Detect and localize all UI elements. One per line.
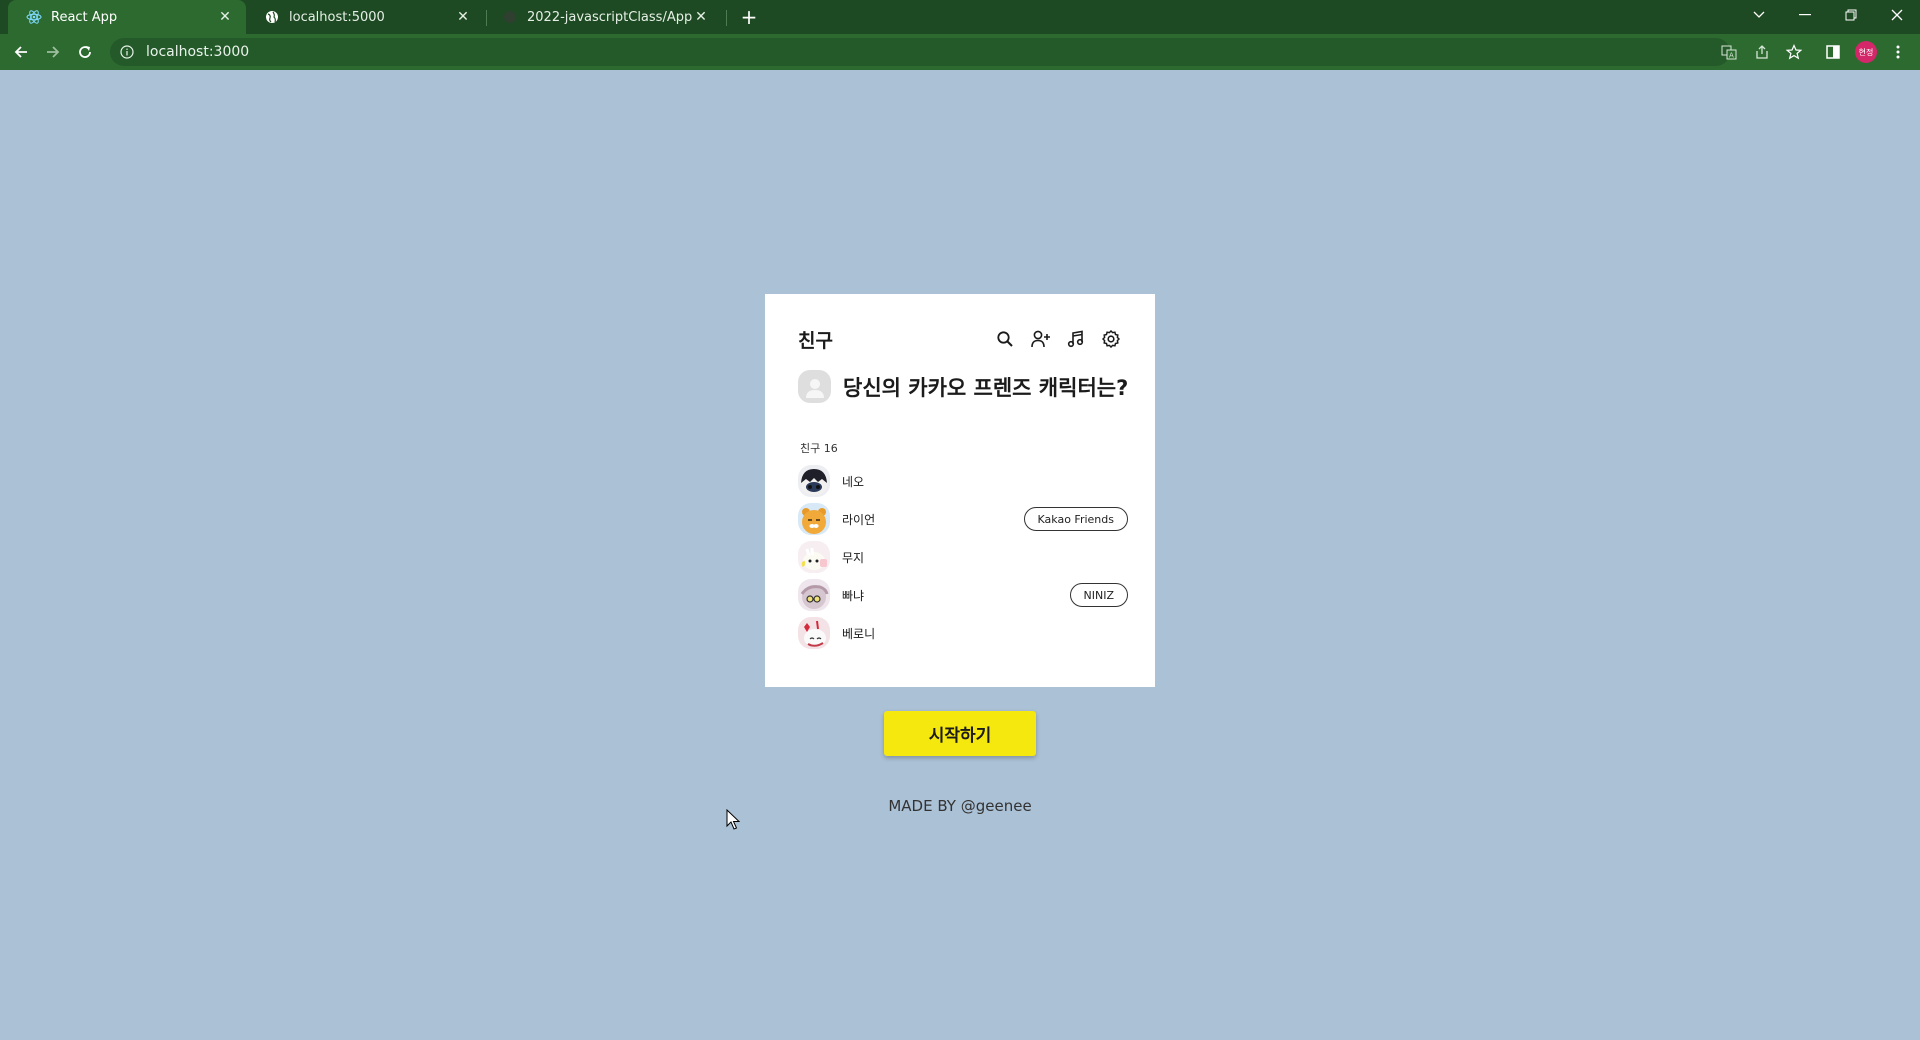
close-icon[interactable]: ✕ [216,8,234,26]
tab-strip: React App ✕ localhost:5000 ✕ 2022-javasc… [0,0,1920,34]
browser-toolbar: localhost:3000 A [0,34,1920,70]
mouse-cursor-icon [726,809,740,830]
friend-name: 베로니 [842,626,876,641]
friends-count: 친구 16 [800,442,838,455]
forward-icon[interactable] [38,37,68,67]
close-icon[interactable]: ✕ [692,8,710,26]
tab-localhost-5000[interactable]: localhost:5000 ✕ [246,0,484,34]
close-window-icon[interactable] [1874,0,1920,30]
globe-icon [264,9,280,25]
friend-row[interactable]: 네오 [798,464,1128,498]
friend-row[interactable]: 무지 [798,540,1128,574]
add-friend-icon[interactable] [1030,328,1052,350]
quiz-profile-row: 당신의 카카오 프렌즈 캐릭터는? [798,370,1128,403]
niniz-badge[interactable]: NINIZ [1069,583,1128,607]
friend-name: 빠냐 [842,588,865,603]
side-panel-icon[interactable] [1821,40,1845,64]
tab-github[interactable]: 2022-javascriptClass/App.js at m ✕ [484,0,722,34]
new-tab-button[interactable]: + [736,4,762,30]
back-icon[interactable] [6,37,36,67]
tab-separator [726,10,727,26]
tab-title: React App [51,9,118,25]
default-avatar [798,370,831,403]
site-info-icon[interactable] [116,41,138,63]
tab-title: 2022-javascriptClass/App.js at m [527,9,692,25]
github-icon [502,9,518,25]
menu-kebab-icon[interactable] [1886,40,1910,64]
restore-icon[interactable] [1828,0,1874,30]
friend-row[interactable]: 빠냐 NINIZ [798,578,1128,612]
reload-icon[interactable] [70,37,100,67]
ryan-avatar [798,503,830,535]
veroni-avatar [798,617,830,649]
address-bar[interactable]: localhost:3000 [110,38,1730,66]
bookmark-star-icon[interactable] [1782,40,1806,64]
translate-icon[interactable]: A [1717,40,1741,64]
tab-search-icon[interactable] [1736,0,1782,30]
tab-title: localhost:5000 [289,9,385,25]
react-icon [26,9,42,25]
friends-card: 친구 당신의 카카오 프렌즈 캐릭터는? 친구 16 네오 라이언 Kakao … [765,294,1155,687]
credit-text: MADE BY @geenee [888,797,1032,815]
muzi-avatar [798,541,830,573]
settings-icon[interactable] [1100,328,1122,350]
friend-name: 라이언 [842,512,876,527]
friend-row[interactable]: 라이언 Kakao Friends [798,502,1128,536]
card-title: 친구 [798,330,833,352]
profile-avatar[interactable]: 현정 [1855,41,1877,63]
friend-name: 네오 [842,474,865,489]
friend-row[interactable]: 베로니 [798,616,1128,650]
close-icon[interactable]: ✕ [454,8,472,26]
panya-avatar [798,579,830,611]
tab-react-app[interactable]: React App ✕ [8,0,246,34]
start-button[interactable]: 시작하기 [884,711,1036,756]
neo-avatar [798,465,830,497]
friend-name: 무지 [842,550,865,565]
music-icon[interactable] [1065,328,1087,350]
search-icon[interactable] [994,328,1016,350]
svg-text:A: A [1729,52,1734,60]
quiz-title: 당신의 카카오 프렌즈 캐릭터는? [843,375,1129,400]
minimize-icon[interactable] [1782,0,1828,30]
kakao-friends-badge[interactable]: Kakao Friends [1023,507,1128,531]
url-text: localhost:3000 [146,44,250,60]
share-icon[interactable] [1750,40,1774,64]
